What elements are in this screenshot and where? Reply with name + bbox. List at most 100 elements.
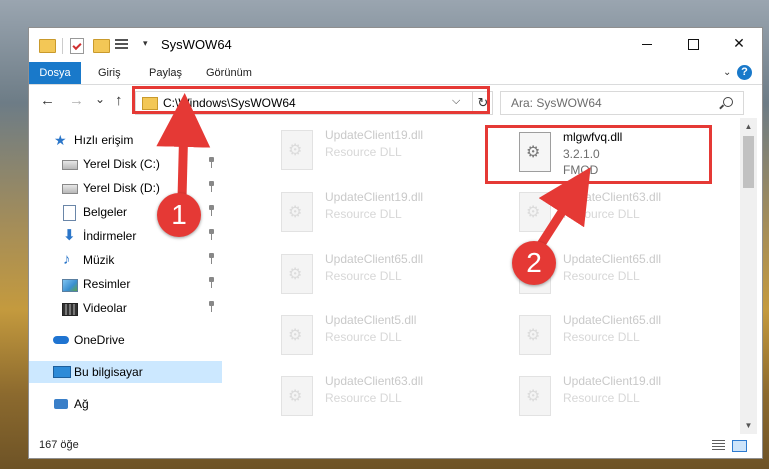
dll-file-icon (281, 254, 313, 294)
file-description: Resource DLL (563, 269, 640, 283)
sidebar-item-quick-access[interactable]: ★ Hızlı erişim (29, 129, 222, 151)
forward-button[interactable]: → (69, 92, 84, 109)
sidebar-item-label: Bu bilgisayar (74, 365, 143, 379)
network-icon (54, 399, 68, 409)
step-badge-2: 2 (512, 241, 556, 285)
onedrive-icon (53, 336, 69, 344)
file-description: Resource DLL (563, 391, 640, 405)
sidebar-item-label: İndirmeler (83, 229, 137, 243)
scroll-down-button[interactable]: ▼ (740, 417, 757, 434)
large-icons-view-icon[interactable] (732, 440, 747, 452)
pin-icon (207, 181, 216, 192)
file-name: UpdateClient63.dll (325, 374, 424, 388)
step-badge-1: 1 (157, 193, 201, 237)
file-tile[interactable]: UpdateClient19.dll Resource DLL (519, 374, 740, 420)
sidebar-item-music[interactable]: ♪ Müzik (29, 249, 222, 271)
sidebar-item-label: Yerel Disk (D:) (83, 181, 160, 195)
address-bar-highlight (132, 86, 490, 114)
scrollbar-thumb[interactable] (743, 136, 754, 188)
up-button[interactable]: ↑ (115, 92, 123, 109)
pictures-icon (62, 279, 78, 292)
sidebar-item-network[interactable]: Ağ (29, 393, 222, 415)
item-count: 167 öğe (39, 439, 79, 451)
sidebar-item-label: OneDrive (74, 333, 125, 347)
tab-home[interactable]: Giriş (98, 62, 121, 84)
drive-icon (62, 160, 78, 170)
close-button[interactable]: ✕ (716, 28, 762, 58)
status-bar: 167 öğe (29, 434, 762, 458)
sidebar-item-label: Müzik (83, 253, 115, 267)
help-button[interactable]: ? (737, 65, 752, 80)
file-name: UpdateClient19.dll (325, 128, 424, 142)
sidebar-item-onedrive[interactable]: OneDrive (29, 329, 222, 351)
pin-icon (207, 253, 216, 264)
dll-file-icon (519, 315, 551, 355)
file-description: Resource DLL (325, 269, 402, 283)
tab-file[interactable]: Dosya (29, 62, 81, 84)
pin-icon (207, 229, 216, 240)
sidebar-item-label: Yerel Disk (C:) (83, 157, 160, 171)
dll-file-icon (281, 192, 313, 232)
sidebar-item-videos[interactable]: Videolar (29, 297, 222, 319)
tab-share[interactable]: Paylaş (149, 62, 182, 84)
file-name: UpdateClient5.dll (325, 313, 417, 327)
pin-icon (207, 205, 216, 216)
maximize-icon (687, 38, 699, 50)
navigation-pane: ★ Hızlı erişim Yerel Disk (C:) Yerel Dis… (29, 118, 224, 434)
back-button[interactable]: ← (40, 92, 55, 109)
sidebar-item-local-disk-c[interactable]: Yerel Disk (C:) (29, 153, 222, 175)
file-tile[interactable]: UpdateClient5.dll Resource DLL (281, 313, 521, 359)
dll-file-icon (281, 130, 313, 170)
sidebar-item-label: Videolar (83, 301, 127, 315)
quick-access-dropdown-icon[interactable]: ▾ (143, 38, 148, 54)
file-description: Resource DLL (325, 145, 402, 159)
file-tile[interactable]: UpdateClient63.dll Resource DLL (281, 374, 521, 420)
details-view-icon[interactable] (712, 440, 725, 451)
properties-icon[interactable] (70, 38, 84, 54)
ribbon-tabs: Dosya Giriş Paylaş Görünüm ⌄ ? (29, 62, 762, 85)
scroll-up-button[interactable]: ▲ (740, 118, 757, 135)
file-tile[interactable]: UpdateClient63.dll Resource DLL (519, 190, 740, 236)
file-description: Resource DLL (325, 207, 402, 221)
file-tile[interactable]: UpdateClient19.dll Resource DLL (281, 190, 521, 236)
search-input[interactable] (509, 95, 713, 111)
sidebar-item-label: Resimler (83, 277, 131, 291)
sidebar-item-label: Belgeler (83, 205, 128, 219)
search-icon[interactable] (723, 97, 733, 107)
title-bar: ▾ SysWOW64 ✕ (29, 28, 762, 62)
folder-icon (39, 39, 56, 53)
pin-icon (207, 301, 216, 312)
search-box[interactable] (500, 91, 744, 115)
maximize-button[interactable] (670, 28, 716, 58)
pin-icon (207, 277, 216, 288)
sidebar-item-local-disk-d[interactable]: Yerel Disk (D:) (29, 177, 222, 199)
dll-file-icon (519, 376, 551, 416)
view-options-icon[interactable] (115, 39, 128, 51)
pin-icon (207, 157, 216, 168)
music-icon: ♪ (63, 251, 71, 268)
sidebar-item-label: Hızlı erişim (74, 133, 134, 147)
file-name: UpdateClient63.dll (563, 190, 662, 204)
drive-icon (62, 184, 78, 194)
file-tile[interactable]: UpdateClient65.dll Resource DLL (519, 313, 740, 359)
tab-view[interactable]: Görünüm (206, 62, 252, 84)
sidebar-item-this-pc[interactable]: Bu bilgisayar (29, 361, 222, 383)
download-icon: ⬇ (63, 227, 76, 244)
file-name: UpdateClient65.dll (325, 252, 424, 266)
window-title: SysWOW64 (161, 37, 232, 52)
sidebar-item-pictures[interactable]: Resimler (29, 273, 222, 295)
vertical-scrollbar[interactable]: ▲ ▼ (740, 118, 757, 434)
minimize-icon (642, 43, 652, 45)
dll-file-icon (281, 376, 313, 416)
file-name: UpdateClient19.dll (325, 190, 424, 204)
file-tile[interactable]: UpdateClient65.dll Resource DLL (281, 252, 521, 298)
file-description: Resource DLL (563, 330, 640, 344)
minimize-button[interactable] (624, 28, 670, 58)
toolbar-separator (62, 38, 63, 54)
file-description: Resource DLL (325, 330, 402, 344)
file-highlight (485, 125, 712, 184)
new-folder-icon[interactable] (93, 39, 110, 53)
expand-ribbon-icon[interactable]: ⌄ (723, 67, 731, 78)
file-name: UpdateClient65.dll (563, 252, 662, 266)
recent-locations-button[interactable]: ⌄ (95, 92, 105, 106)
